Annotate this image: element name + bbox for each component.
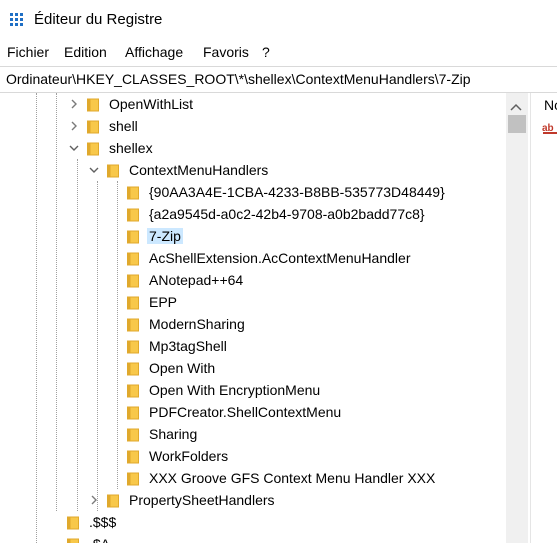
folder-icon [107, 164, 119, 178]
tree-item-label[interactable]: PDFCreator.ShellContextMenu [147, 404, 343, 420]
folder-icon [87, 98, 99, 112]
tree-item-label[interactable]: ModernSharing [147, 316, 247, 332]
tree-item[interactable]: {a2a9545d-a0c2-42b4-9708-a0b2badd77c8} [0, 204, 506, 226]
tree-item[interactable]: shell [0, 116, 506, 138]
address-bar[interactable]: Ordinateur\HKEY_CLASSES_ROOT\*\shellex\C… [0, 66, 557, 93]
tree-item-label[interactable]: shellex [107, 140, 155, 156]
tree-item[interactable]: Sharing [0, 424, 506, 446]
tree-item[interactable]: OpenWithList [0, 94, 506, 116]
menu-help[interactable]: ? [262, 44, 270, 60]
folder-icon [127, 208, 139, 222]
tree-item-label[interactable]: shell [107, 118, 140, 134]
tree-item[interactable]: ContextMenuHandlers [0, 160, 506, 182]
folder-icon [127, 362, 139, 376]
folder-icon [127, 318, 139, 332]
folder-icon [127, 296, 139, 310]
tree-item-label[interactable]: PropertySheetHandlers [127, 492, 277, 508]
tree-item[interactable]: PropertySheetHandlers [0, 490, 506, 512]
tree-item-label[interactable]: OpenWithList [107, 96, 195, 112]
title-bar: Éditeur du Registre [0, 0, 557, 40]
tree-item[interactable]: .$A [0, 534, 506, 543]
tree-item[interactable]: .$$$ [0, 512, 506, 534]
tree-item[interactable]: Open With EncryptionMenu [0, 380, 506, 402]
tree-item[interactable]: {90AA3A4E-1CBA-4233-B8BB-535773D48449} [0, 182, 506, 204]
registry-tree[interactable]: OpenWithList shell shellex ContextMenuHandl… [0, 93, 506, 543]
chevron-down-icon[interactable] [68, 142, 80, 154]
tree-item-label[interactable]: Open With EncryptionMenu [147, 382, 322, 398]
tree-item-label[interactable]: ContextMenuHandlers [127, 162, 270, 178]
folder-icon [127, 472, 139, 486]
tree-item-label[interactable]: 7-Zip [147, 228, 183, 244]
tree-item-label[interactable]: WorkFolders [147, 448, 230, 464]
values-pane: No ab [530, 93, 557, 543]
tree-item-label[interactable]: {a2a9545d-a0c2-42b4-9708-a0b2badd77c8} [147, 206, 427, 222]
folder-icon [127, 274, 139, 288]
menu-bar: Fichier Edition Affichage Favoris ? [0, 40, 557, 65]
folder-icon [127, 450, 139, 464]
tree-item[interactable]: shellex [0, 138, 506, 160]
address-path[interactable]: Ordinateur\HKEY_CLASSES_ROOT\*\shellex\C… [6, 71, 471, 87]
tree-item[interactable]: Mp3tagShell [0, 336, 506, 358]
tree-vertical-scrollbar[interactable] [506, 93, 528, 543]
tree-item[interactable]: ANotepad++64 [0, 270, 506, 292]
string-value-ab-icon: ab [542, 121, 557, 135]
scrollbar-thumb[interactable] [508, 115, 526, 133]
tree-item[interactable]: PDFCreator.ShellContextMenu [0, 402, 506, 424]
tree-item[interactable]: EPP [0, 292, 506, 314]
tree-item-label[interactable]: Open With [147, 360, 217, 376]
folder-icon [107, 494, 119, 508]
menu-affichage[interactable]: Affichage [125, 44, 183, 60]
tree-item[interactable]: ModernSharing [0, 314, 506, 336]
menu-favoris[interactable]: Favoris [203, 44, 249, 60]
tree-item[interactable]: XXX Groove GFS Context Menu Handler XXX [0, 468, 506, 490]
folder-icon [67, 516, 79, 530]
tree-item-label[interactable]: Mp3tagShell [147, 338, 229, 354]
tree-item-label[interactable]: XXX Groove GFS Context Menu Handler XXX [147, 470, 437, 486]
menu-fichier[interactable]: Fichier [7, 44, 49, 60]
tree-item-label[interactable]: {90AA3A4E-1CBA-4233-B8BB-535773D48449} [147, 184, 447, 200]
registry-editor-icon [10, 13, 24, 27]
folder-icon [67, 538, 79, 543]
folder-icon [127, 340, 139, 354]
folder-icon [127, 384, 139, 398]
tree-item[interactable]: WorkFolders [0, 446, 506, 468]
tree-item-label[interactable]: .$A [87, 536, 112, 543]
chevron-down-icon[interactable] [88, 164, 100, 176]
tree-item[interactable]: Open With [0, 358, 506, 380]
tree-item-label[interactable]: ANotepad++64 [147, 272, 245, 288]
tree-item[interactable]: AcShellExtension.AcContextMenuHandler [0, 248, 506, 270]
folder-icon [87, 142, 99, 156]
tree-item-label[interactable]: .$$$ [87, 514, 118, 530]
tree-item-label[interactable]: Sharing [147, 426, 199, 442]
tree-item-label[interactable]: AcShellExtension.AcContextMenuHandler [147, 250, 412, 266]
chevron-right-icon[interactable] [68, 98, 80, 110]
folder-icon [127, 230, 139, 244]
scroll-up-arrow-icon[interactable] [510, 98, 522, 114]
chevron-right-icon[interactable] [88, 494, 100, 506]
menu-edition[interactable]: Edition [64, 44, 107, 60]
folder-icon [127, 428, 139, 442]
tree-item[interactable]: 7-Zip [0, 226, 506, 248]
folder-icon [87, 120, 99, 134]
folder-icon [127, 252, 139, 266]
column-header-name[interactable]: No [544, 97, 557, 113]
folder-icon [127, 186, 139, 200]
tree-item-label[interactable]: EPP [147, 294, 179, 310]
folder-icon [127, 406, 139, 420]
chevron-right-icon[interactable] [68, 120, 80, 132]
window-title: Éditeur du Registre [34, 11, 163, 28]
